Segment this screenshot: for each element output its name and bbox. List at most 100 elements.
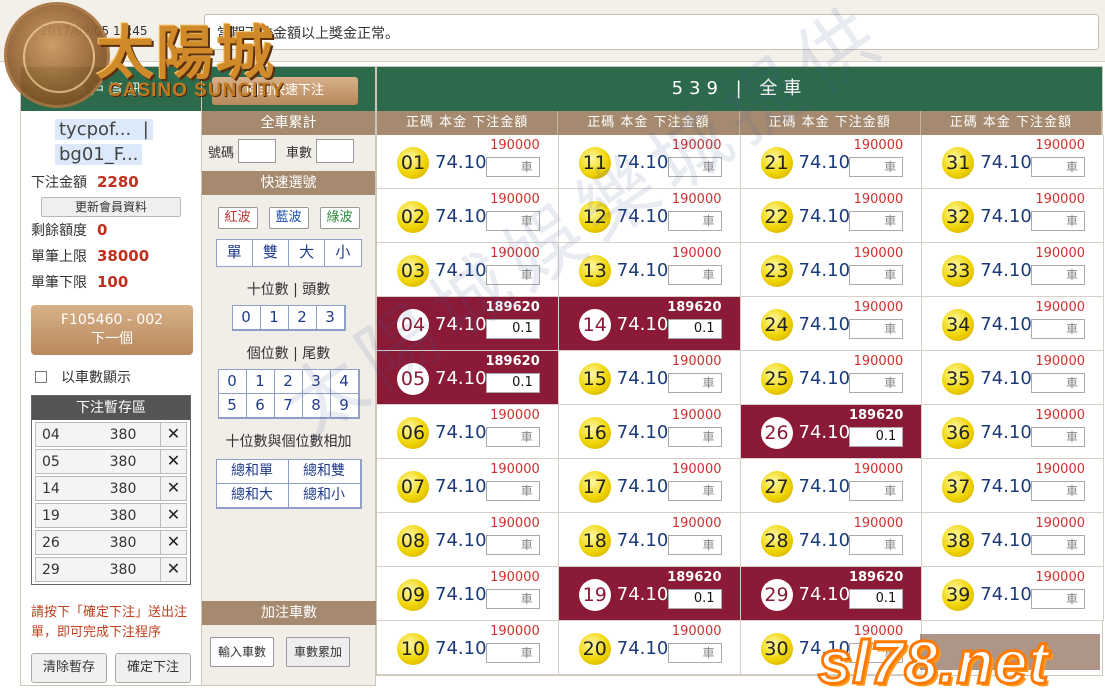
number-ball[interactable]: 39 [942, 579, 975, 611]
number-ball[interactable]: 08 [397, 525, 429, 557]
tens-digit-button[interactable]: 1 [260, 306, 289, 330]
sum-odd-button[interactable]: 總和單 [216, 460, 289, 484]
number-cell[interactable]: 16 74.10 190000 車 [558, 405, 741, 459]
bet-amount-input[interactable]: 車 [849, 373, 904, 393]
remove-icon[interactable]: ✕ [160, 531, 186, 554]
confirm-bet-button[interactable]: 確定下注 [115, 653, 191, 683]
number-ball[interactable]: 30 [760, 633, 793, 665]
bet-amount-input[interactable]: 車 [485, 265, 540, 285]
number-cell[interactable]: 23 74.10 190000 車 [740, 243, 923, 297]
number-cell[interactable]: 05 74.10 189620 0.1 [377, 351, 559, 405]
bet-amount-input[interactable]: 車 [849, 211, 904, 231]
number-cell[interactable]: 27 74.10 190000 車 [740, 459, 923, 513]
bet-amount-input[interactable]: 車 [667, 265, 722, 285]
number-input[interactable] [238, 139, 277, 163]
number-cell[interactable]: 07 74.10 190000 車 [377, 459, 559, 513]
number-cell[interactable]: 01 74.10 190000 車 [377, 135, 559, 189]
green-wave-button[interactable]: 綠波 [319, 207, 360, 229]
tens-digit-button[interactable]: 3 [316, 306, 345, 330]
number-ball[interactable]: 24 [760, 309, 793, 341]
number-cell[interactable]: 28 74.10 190000 車 [740, 513, 923, 567]
number-cell[interactable]: 04 74.10 189620 0.1 [377, 297, 559, 351]
ones-digit-button[interactable]: 4 [330, 370, 359, 394]
big-button[interactable]: 大 [289, 240, 326, 266]
even-button[interactable]: 雙 [252, 240, 289, 266]
number-cell[interactable]: 18 74.10 190000 車 [558, 513, 741, 567]
bet-amount-input[interactable]: 車 [849, 319, 904, 339]
remove-icon[interactable]: ✕ [160, 450, 186, 473]
remove-icon[interactable]: ✕ [160, 504, 186, 527]
number-ball[interactable]: 21 [760, 147, 793, 179]
sum-small-button[interactable]: 總和小 [288, 484, 361, 508]
number-cell[interactable]: 19 74.10 189620 0.1 [558, 567, 741, 621]
bet-amount-input[interactable]: 車 [667, 373, 722, 393]
tens-digit-button[interactable]: 0 [232, 306, 261, 330]
number-ball[interactable]: 36 [942, 417, 975, 449]
number-ball[interactable]: 11 [578, 147, 611, 179]
enter-count-button[interactable]: 輸入車數 [210, 637, 274, 667]
number-cell[interactable]: 25 74.10 190000 車 [740, 351, 923, 405]
number-ball[interactable]: 02 [397, 201, 429, 233]
show-by-count-checkbox[interactable] [35, 371, 47, 383]
number-cell[interactable]: 14 74.10 189620 0.1 [558, 297, 741, 351]
number-cell[interactable]: 06 74.10 190000 車 [377, 405, 559, 459]
red-wave-button[interactable]: 紅波 [217, 207, 258, 229]
number-cell[interactable]: 24 74.10 190000 車 [740, 297, 923, 351]
bet-amount-input[interactable]: 車 [485, 643, 540, 663]
number-ball[interactable]: 38 [942, 525, 975, 557]
number-cell[interactable]: 32 74.10 190000 車 [922, 189, 1104, 243]
number-ball[interactable]: 16 [578, 417, 611, 449]
number-ball[interactable]: 32 [942, 201, 975, 233]
sum-big-button[interactable]: 總和大 [216, 484, 289, 508]
number-ball[interactable]: 04 [397, 309, 429, 341]
show-by-count-toggle[interactable]: 以車數顯示 [35, 367, 201, 387]
bet-amount-input[interactable]: 車 [849, 157, 904, 177]
number-cell[interactable]: 08 74.10 190000 車 [377, 513, 559, 567]
ones-digit-button[interactable]: 2 [274, 370, 303, 394]
number-ball[interactable]: 37 [942, 471, 975, 503]
ones-digit-button[interactable]: 3 [302, 370, 331, 394]
next-ticket-button[interactable]: F105460 - 002 下一個 [31, 305, 193, 355]
bet-amount-input[interactable]: 車 [485, 535, 540, 555]
remove-icon[interactable]: ✕ [160, 423, 186, 446]
number-cell[interactable]: 36 74.10 190000 車 [922, 405, 1104, 459]
ones-digit-button[interactable]: 0 [218, 370, 247, 394]
number-ball[interactable]: 26 [760, 417, 793, 449]
ones-digit-button[interactable]: 1 [246, 370, 275, 394]
odd-button[interactable]: 單 [216, 240, 253, 266]
bet-amount-input[interactable]: 0.1 [667, 589, 722, 609]
number-ball[interactable]: 19 [578, 579, 611, 611]
number-ball[interactable]: 03 [397, 255, 429, 287]
number-cell[interactable]: 37 74.10 190000 車 [922, 459, 1104, 513]
bet-amount-input[interactable]: 0.1 [849, 589, 904, 609]
count-input[interactable] [316, 139, 355, 163]
number-ball[interactable]: 10 [397, 633, 429, 665]
number-cell[interactable]: 02 74.10 190000 車 [377, 189, 559, 243]
bet-amount-input[interactable]: 車 [667, 481, 722, 501]
ones-digit-button[interactable]: 7 [274, 394, 303, 418]
number-cell[interactable]: 34 74.10 190000 車 [922, 297, 1104, 351]
number-cell[interactable]: 38 74.10 190000 車 [922, 513, 1104, 567]
bet-amount-input[interactable]: 車 [667, 643, 722, 663]
bet-amount-input[interactable]: 車 [1031, 319, 1085, 339]
number-ball[interactable]: 29 [760, 579, 793, 611]
remove-icon[interactable]: ✕ [160, 558, 186, 581]
bet-amount-input[interactable]: 車 [485, 157, 540, 177]
bet-amount-input[interactable]: 0.1 [485, 319, 540, 339]
blue-wave-button[interactable]: 藍波 [268, 207, 309, 229]
bet-amount-input[interactable]: 車 [667, 427, 722, 447]
number-ball[interactable]: 14 [578, 309, 611, 341]
bet-amount-input[interactable]: 車 [1031, 157, 1085, 177]
number-cell[interactable]: 21 74.10 190000 車 [740, 135, 923, 189]
bet-amount-input[interactable]: 車 [1031, 265, 1085, 285]
bet-amount-input[interactable]: 0.1 [485, 373, 540, 393]
number-ball[interactable]: 06 [397, 417, 429, 449]
remove-icon[interactable]: ✕ [160, 477, 186, 500]
update-member-button[interactable]: 更新會員資料 [41, 197, 181, 217]
bet-amount-input[interactable]: 車 [849, 481, 904, 501]
number-ball[interactable]: 23 [760, 255, 793, 287]
bet-amount-input[interactable]: 車 [485, 589, 540, 609]
ones-digit-button[interactable]: 6 [246, 394, 275, 418]
number-ball[interactable]: 22 [760, 201, 793, 233]
number-ball[interactable]: 27 [760, 471, 793, 503]
